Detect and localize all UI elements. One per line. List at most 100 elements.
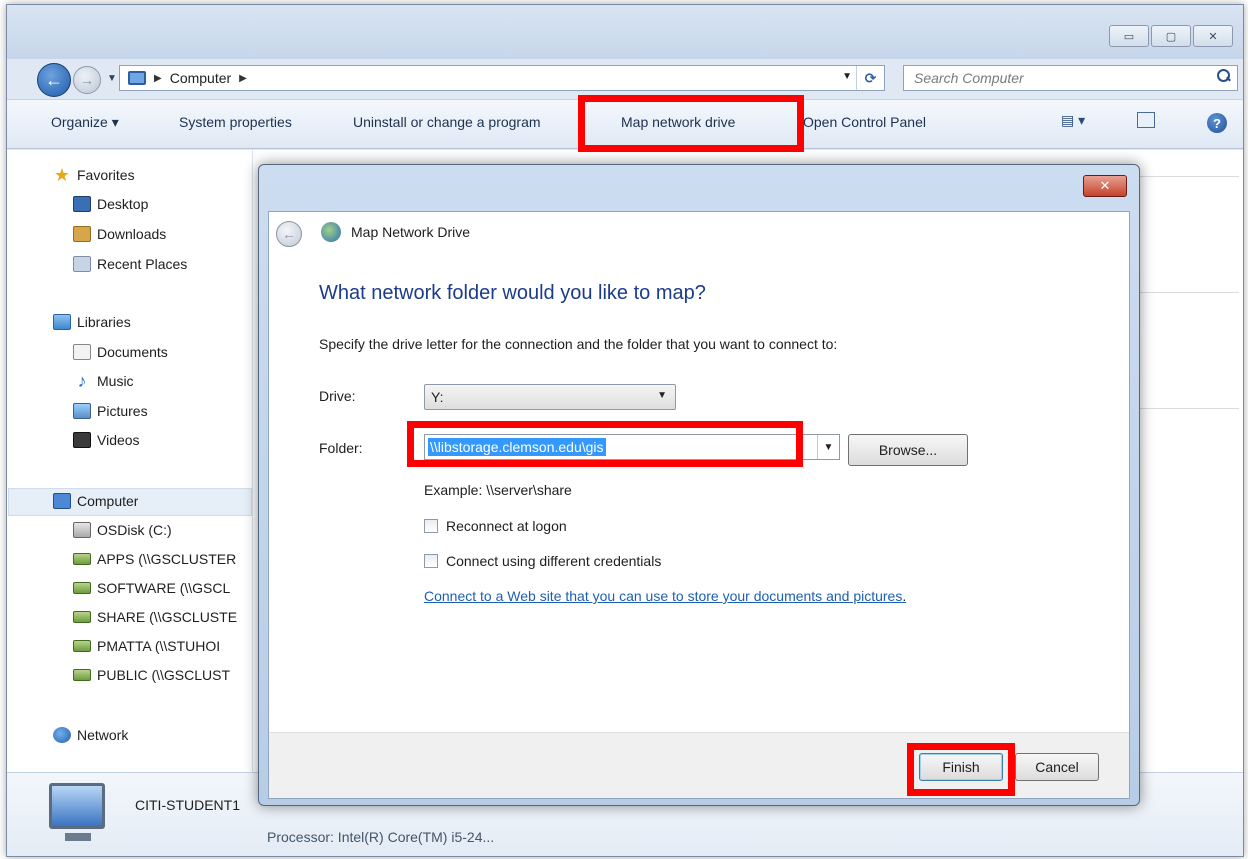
sidebar-item-label: PUBLIC (\\GSCLUST [97, 667, 231, 683]
favorites-header[interactable]: ★ Favorites [53, 166, 135, 184]
computer-monitor-icon [49, 783, 105, 829]
computer-icon [128, 71, 146, 85]
reconnect-option[interactable]: Reconnect at logon [424, 518, 567, 534]
sidebar-item-pmatta-drive[interactable]: PMATTA (\\STUHOI [73, 638, 252, 654]
network-drive-icon [73, 669, 91, 681]
group-divider [1139, 176, 1239, 177]
uninstall-program-button[interactable]: Uninstall or change a program [353, 114, 541, 130]
dialog-title: Map Network Drive [351, 224, 471, 240]
breadcrumb-computer[interactable]: Computer [170, 70, 231, 86]
refresh-button[interactable]: ⟳ [856, 66, 884, 90]
sidebar-item-label: Pictures [97, 403, 148, 419]
network-drive-icon [73, 611, 91, 623]
drive-select[interactable]: Y: ▼ [424, 384, 676, 410]
network-drive-icon [73, 640, 91, 652]
sidebar-item-osdisk[interactable]: OSDisk (C:) [73, 522, 252, 538]
sidebar-item-label: Recent Places [97, 256, 188, 272]
highlight-map-network-drive [578, 95, 804, 152]
navigation-pane: ★ Favorites Desktop Downloads Recent Pla… [7, 150, 252, 772]
sidebar-item-label: OSDisk (C:) [97, 522, 172, 538]
organize-button[interactable]: Organize ▾ [51, 114, 119, 131]
sidebar-item-label: PMATTA (\\STUHOI [97, 638, 221, 654]
libraries-header[interactable]: Libraries [53, 314, 131, 330]
link-period: . [902, 588, 907, 604]
maximize-button[interactable]: ▢ [1151, 25, 1191, 47]
dialog-close-button[interactable]: ✕ [1083, 175, 1127, 197]
cancel-button[interactable]: Cancel [1015, 753, 1099, 781]
sidebar-item-videos[interactable]: Videos [73, 432, 140, 448]
dialog-instruction: Specify the drive letter for the connect… [319, 336, 838, 352]
sidebar-item-recent-places[interactable]: Recent Places [73, 256, 187, 272]
sidebar-item-label: Desktop [97, 196, 149, 212]
dialog-header: ← Map Network Drive [269, 212, 1129, 254]
folder-dropdown-icon[interactable]: ▼ [817, 435, 839, 459]
recent-places-icon [73, 256, 91, 272]
system-properties-button[interactable]: System properties [179, 114, 292, 130]
sidebar-item-label: SHARE (\\GSCLUSTE [97, 609, 238, 625]
sidebar-item-music[interactable]: ♪ Music [73, 373, 134, 389]
back-button[interactable]: ← [37, 63, 71, 97]
dialog-body: What network folder would you like to ma… [269, 254, 1129, 732]
address-dropdown-icon[interactable]: ▼ [842, 71, 852, 82]
sidebar-item-desktop[interactable]: Desktop [73, 196, 148, 212]
sidebar-item-documents[interactable]: Documents [73, 344, 168, 360]
change-view-icon[interactable]: ▤ ▾ [1061, 112, 1085, 129]
sidebar-item-downloads[interactable]: Downloads [73, 226, 166, 242]
network-label: Network [77, 727, 129, 743]
minimize-button[interactable]: ▭ [1109, 25, 1149, 47]
browse-button[interactable]: Browse... [848, 434, 968, 466]
breadcrumb-chevron-icon[interactable]: ▶ [239, 73, 247, 84]
close-window-button[interactable]: ✕ [1193, 25, 1233, 47]
web-site-link-row: Connect to a Web site that you can use t… [424, 588, 906, 604]
libraries-icon [53, 314, 71, 330]
computer-header[interactable]: Computer [53, 493, 138, 509]
drive-value: Y: [431, 389, 444, 405]
network-drive-icon [73, 582, 91, 594]
title-bar: ▭ ▢ ✕ [7, 5, 1243, 59]
chevron-down-icon: ▼ [657, 390, 667, 401]
credentials-label: Connect using different credentials [446, 553, 662, 569]
credentials-option[interactable]: Connect using different credentials [424, 553, 661, 569]
sidebar-item-pictures[interactable]: Pictures [73, 403, 148, 419]
dialog-back-button[interactable]: ← [276, 221, 302, 247]
processor-info: Processor: Intel(R) Core(TM) i5-24... [267, 829, 495, 845]
star-icon: ★ [53, 166, 71, 184]
sidebar-item-label: Downloads [97, 226, 167, 242]
group-divider [1139, 408, 1239, 409]
help-icon[interactable]: ? [1207, 113, 1227, 133]
sidebar-item-software-drive[interactable]: SOFTWARE (\\GSCL [73, 580, 252, 596]
open-control-panel-button[interactable]: Open Control Panel [803, 114, 926, 130]
sidebar-item-apps-drive[interactable]: APPS (\\GSCLUSTER [73, 551, 252, 567]
address-bar[interactable]: ▶ Computer ▶ ▼ ⟳ [119, 65, 885, 91]
window-controls: ▭ ▢ ✕ [1109, 25, 1233, 47]
reconnect-label: Reconnect at logon [446, 518, 567, 534]
drive-label: Drive: [319, 388, 356, 404]
web-site-link[interactable]: Connect to a Web site that you can use t… [424, 588, 902, 604]
libraries-label: Libraries [77, 314, 131, 330]
sidebar-item-label: APPS (\\GSCLUSTER [97, 551, 237, 567]
hard-disk-icon [73, 522, 91, 538]
map-network-drive-dialog: ✕ ← Map Network Drive What network folde… [258, 164, 1140, 806]
computer-name: CITI-STUDENT1 [135, 797, 240, 813]
forward-button[interactable]: → [73, 66, 101, 94]
preview-pane-icon[interactable] [1137, 112, 1155, 128]
sidebar-item-public-drive[interactable]: PUBLIC (\\GSCLUST [73, 667, 252, 683]
downloads-icon [73, 226, 91, 242]
reconnect-checkbox[interactable] [424, 519, 438, 533]
network-drive-globe-icon [321, 222, 341, 242]
credentials-checkbox[interactable] [424, 554, 438, 568]
folder-label: Folder: [319, 440, 363, 456]
breadcrumb-chevron-icon[interactable]: ▶ [154, 73, 162, 84]
back-arrow-icon: ← [282, 226, 296, 242]
network-header[interactable]: Network [53, 727, 128, 743]
desktop-icon [73, 196, 91, 212]
recent-pages-dropdown[interactable]: ▼ [107, 73, 117, 84]
search-icon[interactable] [1217, 69, 1231, 83]
sidebar-item-label: Videos [97, 432, 140, 448]
back-arrow-icon: ← [45, 69, 63, 90]
search-input[interactable]: Search Computer [903, 65, 1238, 91]
favorites-label: Favorites [77, 167, 135, 183]
pictures-icon [73, 403, 91, 419]
sidebar-item-share-drive[interactable]: SHARE (\\GSCLUSTE [73, 609, 252, 625]
monitor-stand [65, 833, 91, 841]
